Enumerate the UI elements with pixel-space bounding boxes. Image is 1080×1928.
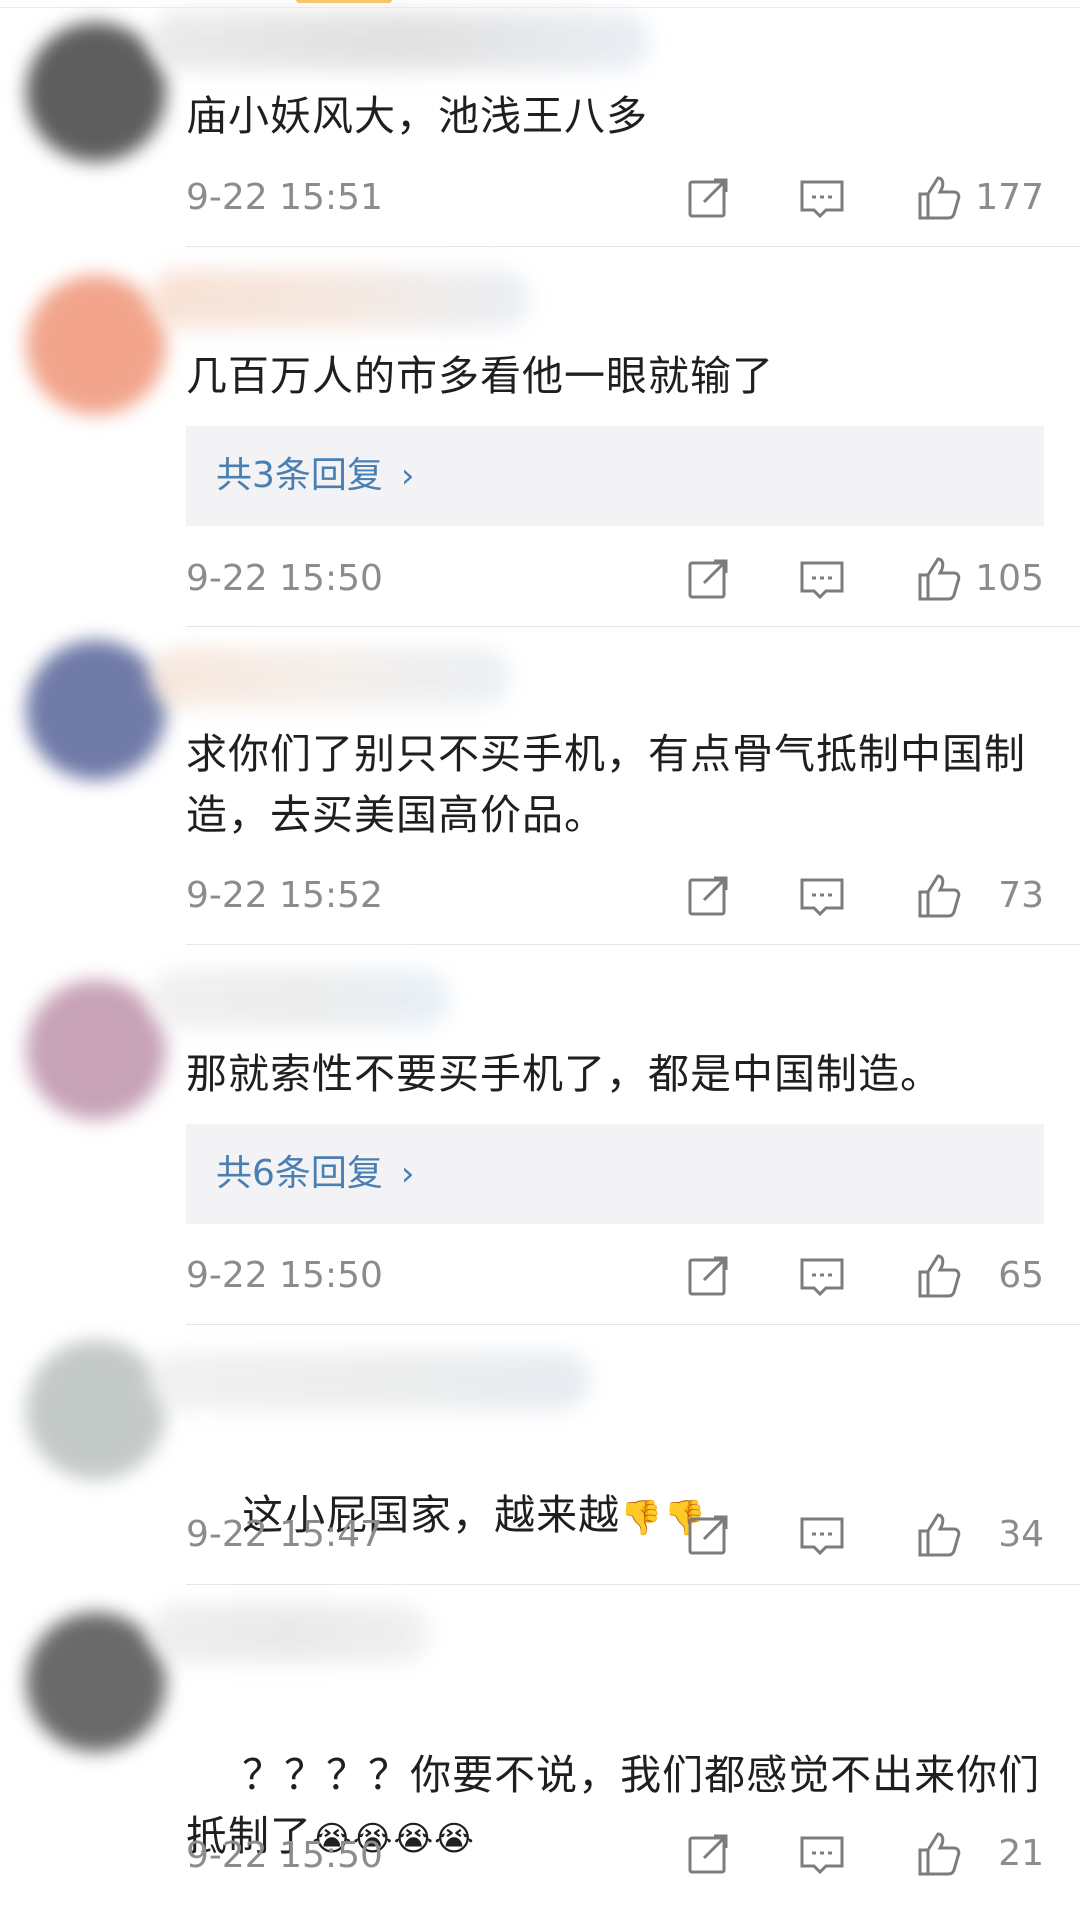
comment-text: 庙小妖风大，池浅王八多 — [186, 92, 648, 140]
avatar[interactable] — [26, 980, 166, 1120]
comment-text: 几百万人的市多看他一眼就输了 — [186, 352, 774, 400]
view-replies-link[interactable]: 共6条回复 › — [216, 1149, 415, 1199]
comment-icon[interactable] — [796, 870, 848, 922]
comment-text: 那就索性不要买手机了，都是中国制造。 — [186, 1050, 942, 1098]
comment-actions: 34 — [674, 1509, 1044, 1563]
comment-actions: 65 — [674, 1250, 1044, 1304]
comment-time: 9-22 15:50 — [186, 1255, 383, 1296]
comment-time: 9-22 15:51 — [186, 177, 383, 218]
comment-actions: 73 — [674, 870, 1044, 924]
username[interactable] — [150, 270, 530, 328]
share-icon[interactable] — [682, 553, 734, 605]
username[interactable] — [150, 12, 650, 70]
share-icon[interactable] — [682, 172, 734, 224]
share-icon[interactable] — [682, 1828, 734, 1880]
username[interactable] — [150, 1352, 590, 1410]
share-icon[interactable] — [682, 870, 734, 922]
like-count: 65 — [998, 1255, 1044, 1296]
avatar[interactable] — [26, 1612, 166, 1752]
comment-text: ？？？？你要不说，我们都感觉不出来你们抵制了😭😭😭😭 — [186, 1684, 1056, 1928]
divider — [186, 944, 1080, 945]
divider — [0, 7, 1080, 8]
avatar[interactable] — [26, 22, 166, 162]
like-count: 73 — [998, 875, 1044, 916]
tab-indicator — [296, 0, 392, 3]
top-strip — [0, 0, 1080, 8]
thumbs-up-icon[interactable] — [912, 1250, 964, 1302]
thumbs-up-icon[interactable] — [912, 172, 964, 224]
share-icon[interactable] — [682, 1250, 734, 1302]
comment-icon[interactable] — [796, 1509, 848, 1561]
like-count: 21 — [998, 1833, 1044, 1874]
username[interactable] — [150, 648, 510, 706]
avatar[interactable] — [26, 640, 166, 780]
comment-icon[interactable] — [796, 172, 848, 224]
avatar[interactable] — [26, 1340, 166, 1480]
comment-time: 9-22 15:47 — [186, 1514, 383, 1555]
comment-time: 9-22 15:52 — [186, 875, 383, 916]
username[interactable] — [150, 1604, 430, 1662]
username[interactable] — [150, 970, 450, 1028]
divider — [186, 1584, 1080, 1585]
view-replies-link[interactable]: 共3条回复 › — [216, 451, 415, 501]
thumbs-up-icon[interactable] — [912, 553, 964, 605]
comment-icon[interactable] — [796, 1250, 848, 1302]
comment-text: 求你们了别只不买手机，有点骨气抵制中国制造，去买美国高价品。 — [186, 730, 1026, 839]
replies-box[interactable]: 共6条回复 › — [186, 1124, 1044, 1224]
comment-actions: 177 — [674, 172, 1044, 226]
divider — [186, 1324, 1080, 1325]
comment-time: 9-22 15:50 — [186, 558, 383, 599]
divider — [186, 626, 1080, 627]
comment-time: 9-22 15:50 — [186, 1835, 383, 1876]
thumbs-up-icon[interactable] — [912, 1828, 964, 1880]
thumbs-up-icon[interactable] — [912, 870, 964, 922]
share-icon[interactable] — [682, 1509, 734, 1561]
divider — [186, 246, 1080, 247]
comment-actions: 105 — [674, 553, 1044, 607]
comment-actions: 21 — [674, 1828, 1044, 1882]
like-count: 177 — [975, 177, 1044, 218]
chevron-right-icon: › — [400, 456, 415, 496]
chevron-right-icon: › — [400, 1154, 415, 1194]
like-count: 34 — [998, 1514, 1044, 1555]
thumbs-up-icon[interactable] — [912, 1509, 964, 1561]
comment-icon[interactable] — [796, 1828, 848, 1880]
avatar[interactable] — [26, 275, 166, 415]
like-count: 105 — [975, 558, 1044, 599]
comment-icon[interactable] — [796, 553, 848, 605]
replies-box[interactable]: 共3条回复 › — [186, 426, 1044, 526]
